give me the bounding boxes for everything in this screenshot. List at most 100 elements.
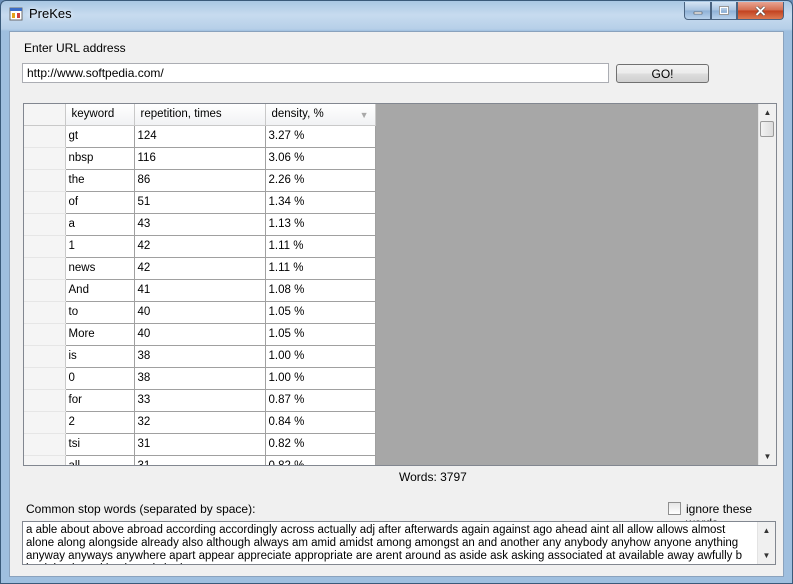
cell-density[interactable]: 2.26 % — [265, 169, 376, 192]
cell-keyword[interactable]: for — [65, 389, 135, 412]
cell-density[interactable]: 3.27 % — [265, 125, 376, 148]
row-header[interactable] — [24, 125, 66, 148]
row-header[interactable] — [24, 279, 66, 302]
cell-density[interactable]: 0.84 % — [265, 411, 376, 434]
table-row[interactable]: all 31 0.82 % — [24, 455, 376, 465]
row-header[interactable] — [24, 323, 66, 346]
row-header[interactable] — [24, 389, 66, 412]
cell-repetition[interactable]: 42 — [134, 257, 266, 280]
close-button[interactable] — [737, 2, 784, 20]
ignore-checkbox[interactable] — [668, 502, 681, 515]
row-header[interactable] — [24, 367, 66, 390]
cell-repetition[interactable]: 42 — [134, 235, 266, 258]
stop-words-scrollbar[interactable]: ▲ ▼ — [757, 522, 775, 564]
cell-keyword[interactable]: a — [65, 213, 135, 236]
cell-density[interactable]: 1.11 % — [265, 235, 376, 258]
go-button[interactable]: GO! — [616, 64, 709, 83]
column-header-keyword[interactable]: keyword — [65, 104, 135, 126]
table-row[interactable]: for 33 0.87 % — [24, 389, 376, 412]
scroll-up-arrow-icon[interactable]: ▲ — [759, 104, 776, 121]
cell-density[interactable]: 0.87 % — [265, 389, 376, 412]
cell-keyword[interactable]: nbsp — [65, 147, 135, 170]
cell-keyword[interactable]: news — [65, 257, 135, 280]
cell-keyword[interactable]: gt — [65, 125, 135, 148]
cell-repetition[interactable]: 116 — [134, 147, 266, 170]
stop-words-textarea[interactable]: a able about above abroad according acco… — [22, 521, 776, 565]
cell-repetition[interactable]: 41 — [134, 279, 266, 302]
table-row[interactable]: the 86 2.26 % — [24, 169, 376, 192]
row-header[interactable] — [24, 411, 66, 434]
cell-keyword[interactable]: to — [65, 301, 135, 324]
cell-keyword[interactable]: tsi — [65, 433, 135, 456]
title-bar[interactable]: PreKes — [1, 1, 792, 27]
cell-density[interactable]: 1.05 % — [265, 301, 376, 324]
row-header[interactable] — [24, 257, 66, 280]
table-row[interactable]: news 42 1.11 % — [24, 257, 376, 280]
cell-keyword[interactable]: 0 — [65, 367, 135, 390]
row-header[interactable] — [24, 147, 66, 170]
cell-density[interactable]: 1.11 % — [265, 257, 376, 280]
table-row[interactable]: of 51 1.34 % — [24, 191, 376, 214]
table-row[interactable]: tsi 31 0.82 % — [24, 433, 376, 456]
table-row[interactable]: nbsp 116 3.06 % — [24, 147, 376, 170]
cell-density[interactable]: 1.00 % — [265, 367, 376, 390]
cell-density[interactable]: 1.05 % — [265, 323, 376, 346]
cell-repetition[interactable]: 40 — [134, 323, 266, 346]
cell-density[interactable]: 1.08 % — [265, 279, 376, 302]
scroll-up-arrow-icon[interactable]: ▲ — [758, 522, 775, 539]
cell-keyword[interactable]: More — [65, 323, 135, 346]
cell-repetition[interactable]: 31 — [134, 433, 266, 456]
cell-repetition[interactable]: 38 — [134, 367, 266, 390]
table-row[interactable]: 2 32 0.84 % — [24, 411, 376, 434]
table-row[interactable]: More 40 1.05 % — [24, 323, 376, 346]
cell-repetition[interactable]: 124 — [134, 125, 266, 148]
cell-keyword[interactable]: And — [65, 279, 135, 302]
cell-keyword[interactable]: 1 — [65, 235, 135, 258]
row-header[interactable] — [24, 191, 66, 214]
table-row[interactable]: a 43 1.13 % — [24, 213, 376, 236]
cell-density[interactable]: 3.06 % — [265, 147, 376, 170]
cell-keyword[interactable]: of — [65, 191, 135, 214]
column-header-repetition[interactable]: repetition, times — [134, 104, 266, 126]
keyword-grid[interactable]: keyword repetition, times density, % ▼ gt… — [23, 103, 777, 466]
scroll-thumb[interactable] — [760, 121, 774, 137]
cell-density[interactable]: 0.82 % — [265, 455, 376, 465]
grid-vertical-scrollbar[interactable]: ▲ ▼ — [758, 104, 776, 465]
cell-keyword[interactable]: 2 — [65, 411, 135, 434]
cell-keyword[interactable]: the — [65, 169, 135, 192]
row-header[interactable] — [24, 433, 66, 456]
cell-keyword[interactable]: is — [65, 345, 135, 368]
table-row[interactable]: And 41 1.08 % — [24, 279, 376, 302]
url-input[interactable] — [22, 63, 609, 83]
scroll-down-arrow-icon[interactable]: ▼ — [759, 448, 776, 465]
minimize-button[interactable] — [684, 2, 711, 20]
table-row[interactable]: 1 42 1.11 % — [24, 235, 376, 258]
maximize-button[interactable] — [711, 2, 737, 20]
cell-repetition[interactable]: 43 — [134, 213, 266, 236]
cell-density[interactable]: 1.00 % — [265, 345, 376, 368]
column-header-density[interactable]: density, % ▼ — [265, 104, 376, 126]
cell-density[interactable]: 1.34 % — [265, 191, 376, 214]
table-row[interactable]: to 40 1.05 % — [24, 301, 376, 324]
table-row[interactable]: 0 38 1.00 % — [24, 367, 376, 390]
table-row[interactable]: is 38 1.00 % — [24, 345, 376, 368]
table-row[interactable]: gt 124 3.27 % — [24, 125, 376, 148]
cell-keyword[interactable]: all — [65, 455, 135, 465]
row-header[interactable] — [24, 169, 66, 192]
cell-repetition[interactable]: 32 — [134, 411, 266, 434]
cell-repetition[interactable]: 38 — [134, 345, 266, 368]
table-header-row: keyword repetition, times density, % ▼ — [24, 104, 376, 126]
row-header[interactable] — [24, 213, 66, 236]
row-header[interactable] — [24, 345, 66, 368]
cell-repetition[interactable]: 40 — [134, 301, 266, 324]
cell-repetition[interactable]: 31 — [134, 455, 266, 465]
cell-repetition[interactable]: 51 — [134, 191, 266, 214]
cell-density[interactable]: 0.82 % — [265, 433, 376, 456]
cell-repetition[interactable]: 86 — [134, 169, 266, 192]
row-header[interactable] — [24, 235, 66, 258]
row-header[interactable] — [24, 455, 66, 465]
cell-density[interactable]: 1.13 % — [265, 213, 376, 236]
scroll-down-arrow-icon[interactable]: ▼ — [758, 547, 775, 564]
row-header[interactable] — [24, 301, 66, 324]
cell-repetition[interactable]: 33 — [134, 389, 266, 412]
